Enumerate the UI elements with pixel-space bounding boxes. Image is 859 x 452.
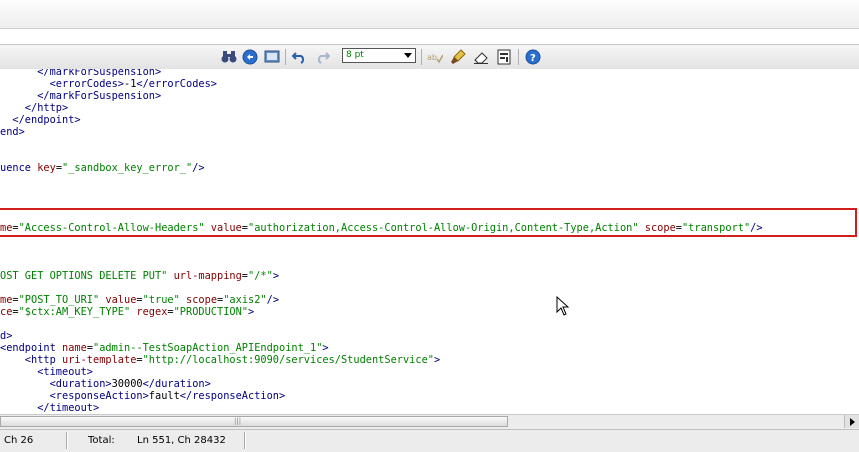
- code-token: "$ctx:AM_KEY_TYPE": [18, 306, 131, 318]
- code-token: 30000: [111, 378, 143, 390]
- code-line: </markForSuspension>: [0, 90, 161, 102]
- code-token: </duration>: [142, 378, 211, 390]
- code-token: -1: [124, 78, 137, 90]
- code-token: </http>: [0, 102, 69, 114]
- code-token: "http://localhost:9090/services/StudentS…: [142, 354, 434, 366]
- monitor-icon[interactable]: [263, 48, 281, 66]
- code-token: fault: [148, 390, 180, 402]
- grip-icon: |||: [234, 417, 242, 425]
- binoculars-icon[interactable]: [220, 48, 238, 66]
- code-token: value: [105, 294, 137, 306]
- spellcheck-icon[interactable]: ab: [426, 48, 444, 66]
- help-icon[interactable]: ?: [524, 48, 542, 66]
- code-token: key: [37, 162, 56, 174]
- code-line: <endpoint name="admin--TestSoapAction_AP…: [0, 342, 329, 354]
- scrollbar-thumb[interactable]: [0, 416, 508, 427]
- highlight-box: [0, 208, 857, 237]
- code-token: <errorCodes>: [0, 78, 124, 90]
- brush-icon[interactable]: [449, 48, 467, 66]
- undo-icon[interactable]: [290, 48, 308, 66]
- code-editor[interactable]: </markForSuspension> <errorCodes>-1</err…: [0, 69, 859, 414]
- font-size-value: 8 pt: [346, 50, 364, 60]
- code-token: />: [192, 162, 205, 174]
- status-total-label: Total:: [88, 435, 115, 446]
- code-token: <responseAction>: [0, 390, 149, 402]
- code-token: d>: [0, 330, 13, 342]
- code-line: uence key="_sandbox_key_error_"/>: [0, 162, 205, 174]
- code-line: <http uri-template="http://localhost:909…: [0, 354, 440, 366]
- scroll-right-button[interactable]: [844, 415, 859, 428]
- code-token: "_sandbox_key_error_": [62, 162, 193, 174]
- status-column: Ch 26: [4, 435, 34, 446]
- code-line: d>: [0, 330, 12, 342]
- code-token: />: [266, 294, 280, 306]
- code-token: >: [433, 354, 441, 366]
- code-token: </endpoint>: [0, 114, 81, 126]
- code-token: >: [248, 306, 255, 318]
- code-line: <responseAction>fault</responseAction>: [0, 390, 286, 402]
- code-line: <duration>30000</duration>: [0, 378, 211, 390]
- globe-icon[interactable]: [241, 48, 259, 66]
- code-token: <duration>: [0, 378, 112, 390]
- svg-text:ab: ab: [427, 53, 437, 62]
- code-token: regex: [136, 306, 168, 318]
- code-token: "admin--TestSoapAction_APIEndpoint_1": [93, 342, 323, 354]
- code-token: scope: [186, 294, 218, 306]
- code-line: OST GET OPTIONS DELETE PUT" url-mapping=…: [0, 270, 279, 282]
- code-token: me: [0, 294, 13, 306]
- eraser-icon[interactable]: [472, 48, 490, 66]
- code-token: </errorCodes>: [136, 78, 217, 90]
- code-token: </responseAction>: [179, 390, 286, 402]
- code-line: end>: [0, 126, 25, 138]
- code-line: me="POST_TO_URI" value="true" scope="axi…: [0, 294, 279, 306]
- code-token: <timeout>: [0, 366, 93, 378]
- code-token: "POST_TO_URI": [18, 294, 100, 306]
- code-token: uri-template: [62, 354, 137, 366]
- code-line: </endpoint>: [0, 114, 81, 126]
- code-token: </markForSuspension>: [0, 69, 162, 78]
- code-token: "/*": [248, 270, 273, 282]
- chevron-down-icon: [404, 53, 412, 58]
- code-token: name: [62, 342, 87, 354]
- status-total-value: Ln 551, Ch 28432: [137, 435, 226, 446]
- status-bar: Ch 26 Total: Ln 551, Ch 28432: [0, 429, 859, 452]
- horizontal-scrollbar[interactable]: |||: [0, 414, 859, 429]
- code-line: <timeout>: [0, 366, 93, 378]
- code-token: end>: [0, 126, 25, 138]
- code-token: </timeout>: [0, 402, 100, 414]
- report-icon[interactable]: [495, 48, 513, 66]
- window-top-bar: [0, 0, 859, 29]
- code-line: </timeout>: [0, 402, 99, 414]
- code-token: "axis2": [223, 294, 267, 306]
- code-token: OST GET OPTIONS DELETE PUT": [0, 270, 168, 282]
- code-line: ce="$ctx:AM_KEY_TYPE" regex="PRODUCTION"…: [0, 306, 254, 318]
- font-size-select[interactable]: 8 pt: [342, 48, 416, 63]
- code-token: <endpoint: [0, 342, 62, 354]
- code-token: "true": [142, 294, 180, 306]
- redo-icon[interactable]: [314, 48, 332, 66]
- code-token: uence: [0, 162, 38, 174]
- editor-toolbar: 8 pt ab ?: [0, 44, 859, 70]
- mouse-pointer-icon: [556, 295, 570, 320]
- code-line: </http>: [0, 102, 68, 114]
- code-line: <errorCodes>-1</errorCodes>: [0, 78, 217, 90]
- code-line: </markForSuspension>: [0, 69, 161, 78]
- code-token: ce: [0, 306, 13, 318]
- code-token: </markForSuspension>: [0, 90, 162, 102]
- code-token: url-mapping: [173, 270, 242, 282]
- svg-text:?: ?: [530, 53, 536, 64]
- code-token: "PRODUCTION": [173, 306, 249, 318]
- code-token: >: [272, 270, 280, 282]
- code-token: >: [322, 342, 329, 354]
- code-token: <http: [0, 354, 62, 366]
